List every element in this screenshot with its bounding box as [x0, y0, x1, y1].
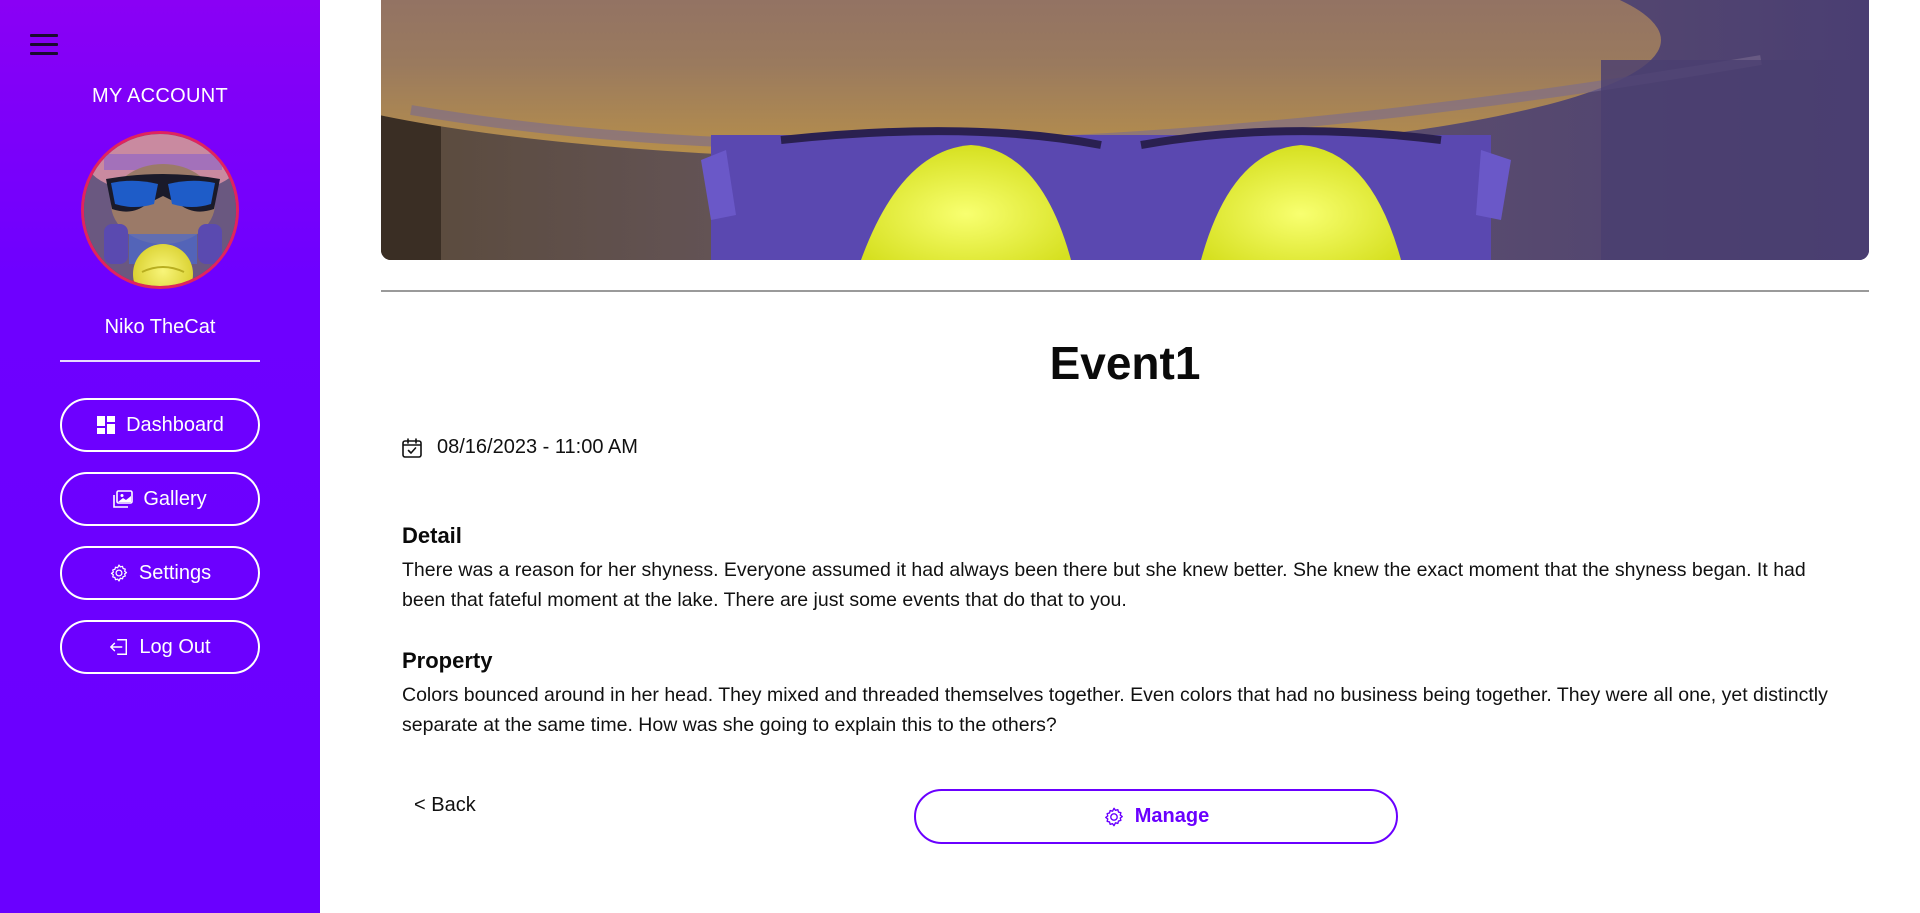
dashboard-icon	[97, 416, 116, 434]
settings-gear-icon	[110, 564, 127, 582]
gallery-icon	[113, 490, 134, 508]
sidebar-item-label: Dashboard	[126, 413, 224, 436]
gear-icon	[1104, 807, 1123, 826]
sidebar-item-label: Gallery	[143, 487, 207, 510]
app: MY ACCOUNT Niko TheCat Dashboard Gallery…	[0, 0, 1920, 913]
event-datetime: 08/16/2023 - 11:00 AM	[437, 436, 638, 458]
sidebar-item-logout[interactable]: Log Out	[60, 620, 260, 674]
sidebar-item-settings[interactable]: Settings	[60, 546, 260, 600]
user-name: Niko TheCat	[104, 316, 216, 338]
hamburger-menu-icon[interactable]	[30, 32, 58, 56]
sidebar-divider	[60, 360, 260, 362]
property-text: Colors bounced around in her head. They …	[402, 684, 1828, 736]
detail-text: There was a reason for her shyness. Ever…	[402, 559, 1806, 611]
banner-artwork	[381, 0, 1869, 260]
avatar-image	[84, 134, 236, 286]
sidebar-item-label: Log Out	[139, 635, 211, 658]
event-banner-image	[381, 0, 1869, 260]
sidebar-item-dashboard[interactable]: Dashboard	[60, 398, 260, 452]
detail-heading: Detail	[402, 523, 462, 548]
property-heading: Property	[402, 648, 493, 673]
logout-icon	[110, 639, 128, 655]
back-link[interactable]: < Back	[414, 794, 476, 817]
event-title: Event1	[1049, 337, 1201, 389]
calendar-check-icon	[402, 437, 422, 458]
manage-button-label: Manage	[1134, 805, 1210, 827]
account-title: MY ACCOUNT	[92, 85, 228, 107]
manage-button[interactable]: Manage	[914, 789, 1398, 844]
content-divider	[381, 290, 1869, 292]
event-date-row: 08/16/2023 - 11:00 AM	[401, 436, 638, 459]
sidebar-item-label: Settings	[138, 561, 212, 584]
sidebar: MY ACCOUNT Niko TheCat Dashboard Gallery…	[0, 0, 320, 913]
avatar	[81, 131, 239, 289]
sidebar-item-gallery[interactable]: Gallery	[60, 472, 260, 526]
